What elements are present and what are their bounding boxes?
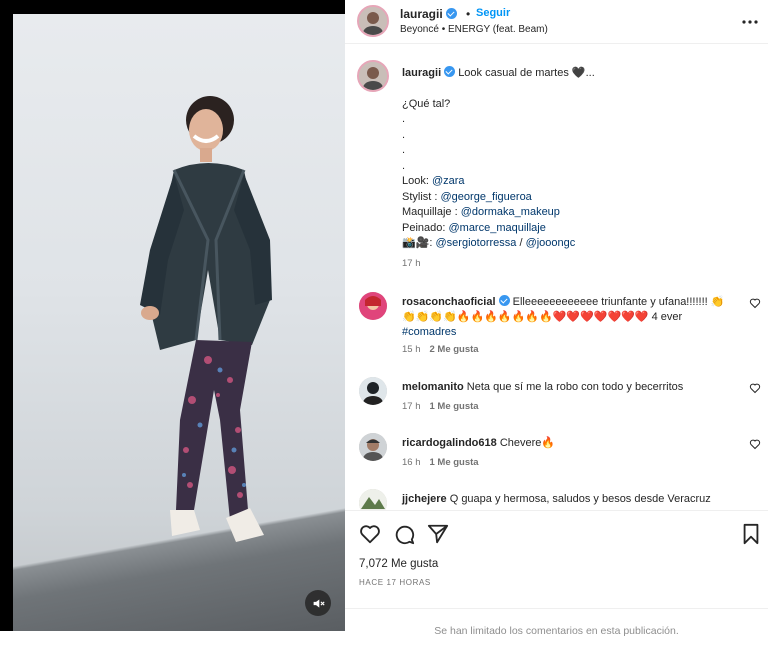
author-avatar[interactable] bbox=[357, 5, 389, 37]
credit-camera-handle-2[interactable]: @jooongc bbox=[526, 237, 576, 249]
save-button[interactable] bbox=[741, 523, 763, 545]
caption-text: Look casual de martes 🖤... bbox=[458, 67, 595, 79]
comment-text: Neta que sí me la robo con todo y becerr… bbox=[466, 381, 684, 393]
comment-username[interactable]: ricardogalindo618 bbox=[402, 437, 497, 449]
comment-text-block: jjchejere Q guapa y hermosa, saludos y b… bbox=[402, 492, 732, 507]
comment-button[interactable] bbox=[393, 523, 415, 545]
caption-time[interactable]: 17 h bbox=[402, 258, 421, 269]
post-media[interactable] bbox=[0, 0, 345, 631]
post-caption: lauragii Look casual de martes 🖤... ¿Qué… bbox=[402, 66, 742, 252]
comment-text: Chevere🔥 bbox=[499, 437, 556, 449]
comment-text: Q guapa y hermosa, saludos y besos desde… bbox=[449, 493, 711, 505]
comment-text-block: ricardogalindo618 Chevere🔥 bbox=[402, 436, 732, 451]
credit-camera-handle-1[interactable]: @sergiotorressa bbox=[436, 237, 517, 249]
media-bottom-strip bbox=[0, 631, 345, 647]
send-icon bbox=[427, 524, 449, 544]
credit-hair-label: Peinado: bbox=[402, 221, 449, 234]
caption-dot-2: . bbox=[402, 128, 406, 141]
comments-scroll-area[interactable]: lauragii Look casual de martes 🖤... ¿Qué… bbox=[345, 52, 768, 510]
credit-makeup-handle[interactable]: @dormaka_makeup bbox=[461, 206, 560, 218]
credit-look-label: Look: bbox=[402, 175, 432, 187]
comment-like-button[interactable] bbox=[749, 297, 761, 309]
credit-stylist-handle[interactable]: @george_figueroa bbox=[441, 191, 532, 203]
caption-author-avatar[interactable] bbox=[357, 60, 389, 92]
comment-likes[interactable]: 1 Me gusta bbox=[430, 401, 479, 412]
heart-outline-icon bbox=[749, 439, 761, 450]
caption-dot-3: . bbox=[402, 144, 406, 156]
verified-badge-icon bbox=[445, 8, 457, 19]
credit-stylist-label: Stylist : bbox=[402, 190, 441, 203]
comments-limited-notice: Se han limitado los comentarios en esta … bbox=[345, 608, 768, 647]
comment-avatar[interactable] bbox=[359, 292, 387, 320]
speaker-muted-icon bbox=[313, 598, 325, 608]
comment-username[interactable]: melomanito bbox=[402, 381, 464, 393]
likes-count[interactable]: 7,072 Me gusta bbox=[359, 558, 438, 570]
comment-time[interactable]: 16 h bbox=[402, 457, 421, 468]
credit-look-handle[interactable]: @zara bbox=[432, 175, 465, 187]
mute-button[interactable] bbox=[305, 590, 331, 616]
comment-text-block: melomanito Neta que sí me la robo con to… bbox=[402, 380, 732, 395]
heart-outline-icon bbox=[749, 383, 761, 394]
caption-verified-badge-icon bbox=[444, 66, 456, 77]
comment-likes[interactable]: 2 Me gusta bbox=[430, 344, 479, 355]
comment-username[interactable]: jjchejere bbox=[402, 493, 447, 505]
comment-meta: 17 h 1 Me gusta bbox=[402, 401, 488, 412]
more-options-button[interactable] bbox=[741, 14, 761, 30]
bookmark-icon bbox=[743, 523, 759, 545]
post-time-ago[interactable]: HACE 17 HORAS bbox=[359, 578, 431, 587]
credit-hair-handle[interactable]: @marce_maquillaje bbox=[448, 222, 545, 234]
comment-like-button[interactable] bbox=[749, 438, 761, 450]
likes-count-text[interactable]: 7,072 Me gusta bbox=[359, 558, 438, 570]
comment-username[interactable]: rosaconchaoficial bbox=[402, 296, 496, 308]
comment-text-block: rosaconchaoficial Elleeeeeeeeeeee triunf… bbox=[402, 295, 732, 340]
author-username[interactable]: lauragii bbox=[400, 7, 457, 21]
comment-hashtag[interactable]: #comadres bbox=[402, 326, 456, 338]
more-horizontal-icon bbox=[742, 20, 758, 24]
credit-camera-sep: / bbox=[516, 237, 526, 249]
comment-avatar[interactable] bbox=[359, 433, 387, 461]
comment-avatar[interactable] bbox=[359, 377, 387, 405]
audio-track-link[interactable]: Beyoncé • ENERGY (feat. Beam) bbox=[400, 24, 548, 35]
comment-verified-badge-icon bbox=[498, 295, 510, 306]
comment-avatar[interactable] bbox=[359, 489, 387, 510]
comment-like-button[interactable] bbox=[749, 382, 761, 394]
heart-icon bbox=[360, 525, 380, 544]
header-dot-separator: • bbox=[466, 7, 471, 21]
comment-icon bbox=[395, 525, 415, 545]
comment-time[interactable]: 15 h bbox=[402, 344, 421, 355]
caption-dot-1: . bbox=[402, 113, 406, 125]
follow-button[interactable]: Seguir bbox=[476, 7, 510, 19]
credit-camera-label: 📸🎥: bbox=[402, 237, 436, 249]
post-side-panel: lauragii • Seguir Beyoncé • ENERGY (feat… bbox=[345, 0, 768, 647]
like-button[interactable] bbox=[359, 523, 381, 545]
author-username-text[interactable]: lauragii bbox=[400, 7, 443, 21]
comment-likes[interactable]: 1 Me gusta bbox=[430, 457, 479, 468]
caption-dot-4: . bbox=[402, 159, 406, 172]
heart-outline-icon bbox=[749, 298, 761, 309]
post-header: lauragii • Seguir Beyoncé • ENERGY (feat… bbox=[345, 0, 768, 44]
caption-line-2: ¿Qué tal? bbox=[402, 97, 451, 110]
comment-meta: 15 h 2 Me gusta bbox=[402, 344, 488, 355]
caption-meta: 17 h bbox=[402, 258, 430, 269]
woman-figure-illustration bbox=[140, 96, 272, 542]
share-button[interactable] bbox=[427, 523, 449, 545]
credit-makeup-label: Maquillaje : bbox=[402, 206, 461, 218]
caption-username[interactable]: lauragii bbox=[402, 67, 441, 79]
comment-meta: 16 h 1 Me gusta bbox=[402, 457, 488, 468]
comment-time[interactable]: 17 h bbox=[402, 401, 421, 412]
